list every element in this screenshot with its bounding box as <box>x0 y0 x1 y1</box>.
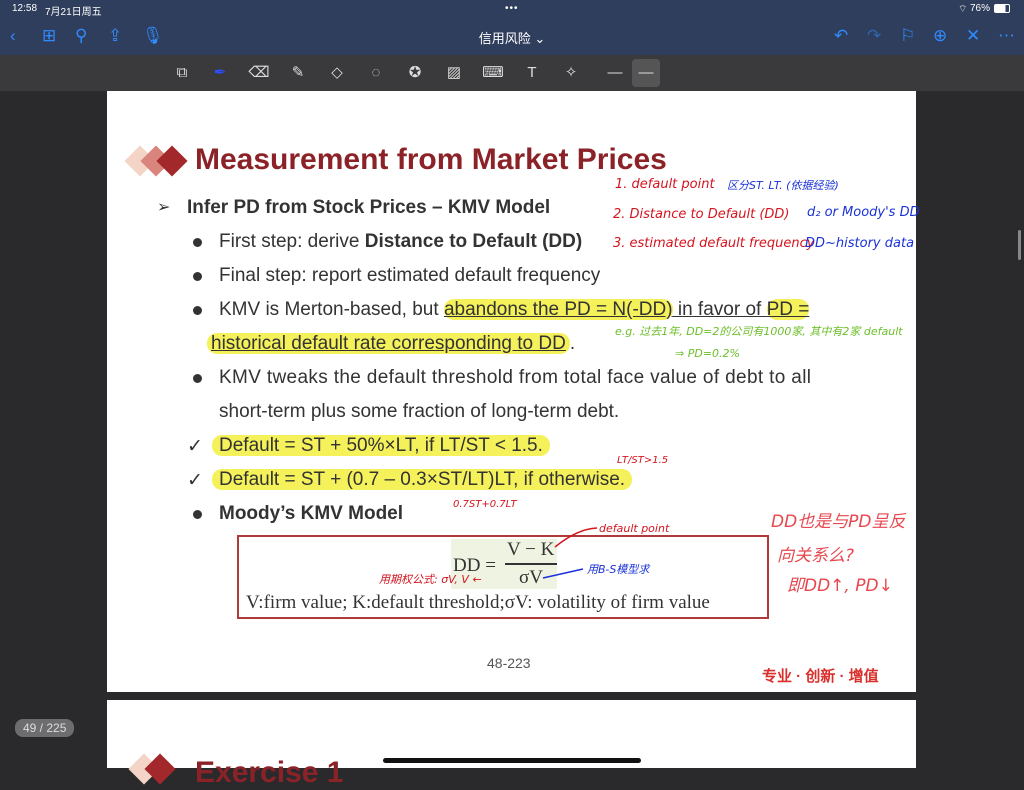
text-box-icon[interactable]: T <box>521 62 543 84</box>
next-slide-title: Exercise 1 <box>195 756 344 789</box>
slide-page: Measurement from Market Prices ➢ Infer P… <box>107 91 920 692</box>
sticker-icon[interactable]: ✪ <box>404 62 426 84</box>
highlighter-icon[interactable]: ✎ <box>287 62 309 84</box>
undo-icon[interactable]: ↶ <box>834 26 848 46</box>
eraser-icon[interactable]: ⌫ <box>248 62 270 84</box>
laser-pointer-icon[interactable]: ✧ <box>560 62 582 84</box>
scrollbar[interactable] <box>1018 230 1021 260</box>
shapes-icon[interactable]: ◇ <box>326 62 348 84</box>
drawing-toolbar: ⧉ ✒ ⌫ ✎ ◇ ◌ ✪ ▨ ⌨ T ✧ — — + <box>0 55 1024 135</box>
lasso-icon[interactable]: ◌ <box>365 62 387 84</box>
status-bar: 12:58 7月21日周五 ••• ⌔ 76% <box>0 0 1024 18</box>
nav-bar: ‹ ⊞ ⚲ ⇪ 🎙︎ 信用风险 ⌄ ↶ ↷ ⚐ ⊕ ✕ ⋯ <box>0 18 1024 55</box>
keyboard-icon[interactable]: ⌨ <box>482 62 504 84</box>
close-icon[interactable]: ✕ <box>966 26 980 46</box>
image-icon[interactable]: ▨ <box>443 62 465 84</box>
date: 7月21日周五 <box>45 7 102 18</box>
redo-icon[interactable]: ↷ <box>867 26 881 46</box>
battery-level: 76% <box>970 3 991 14</box>
bookmark-icon[interactable]: ⚐ <box>900 26 915 46</box>
add-page-icon[interactable]: ⊕ <box>933 26 947 46</box>
lasso-zoom-icon[interactable]: ⧉ <box>171 62 193 84</box>
battery-icon <box>994 4 1010 13</box>
pen-icon[interactable]: ✒ <box>209 62 231 84</box>
more-icon[interactable]: ⋯ <box>998 26 1015 46</box>
annotation-strokes <box>542 527 598 579</box>
time: 12:58 <box>12 3 38 14</box>
multitask-dots[interactable]: ••• <box>505 3 519 14</box>
wifi-icon: ⌔ <box>958 4 968 15</box>
page-counter: 49 / 225 <box>15 719 75 737</box>
stroke-medium-button[interactable]: — <box>632 59 660 87</box>
stroke-thin-button[interactable]: — <box>604 62 626 84</box>
home-indicator[interactable] <box>383 758 641 763</box>
